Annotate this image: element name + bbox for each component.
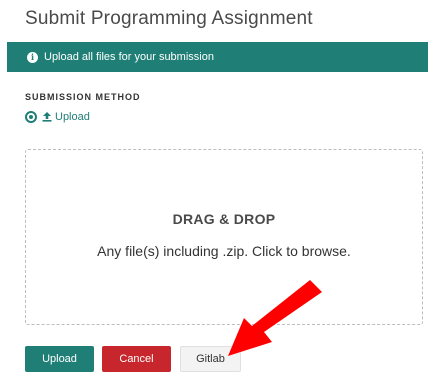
- file-dropzone[interactable]: DRAG & DROP Any file(s) including .zip. …: [25, 149, 423, 325]
- dropzone-title: DRAG & DROP: [172, 211, 276, 227]
- radio-selected-icon[interactable]: [25, 111, 37, 123]
- upload-button[interactable]: Upload: [25, 346, 94, 372]
- upload-option[interactable]: Upload: [25, 111, 90, 123]
- banner-text: Upload all files for your submission: [44, 51, 214, 63]
- upload-option-label[interactable]: Upload: [55, 111, 90, 123]
- cancel-button[interactable]: Cancel: [102, 346, 171, 372]
- submission-method-label: SUBMISSION METHOD: [25, 92, 141, 102]
- upload-icon: [42, 112, 52, 122]
- info-icon: i: [27, 51, 38, 63]
- dropzone-subtitle: Any file(s) including .zip. Click to bro…: [97, 243, 351, 259]
- page-title: Submit Programming Assignment: [25, 8, 313, 29]
- info-banner: i Upload all files for your submission: [7, 42, 428, 72]
- gitlab-button[interactable]: Gitlab: [180, 346, 241, 372]
